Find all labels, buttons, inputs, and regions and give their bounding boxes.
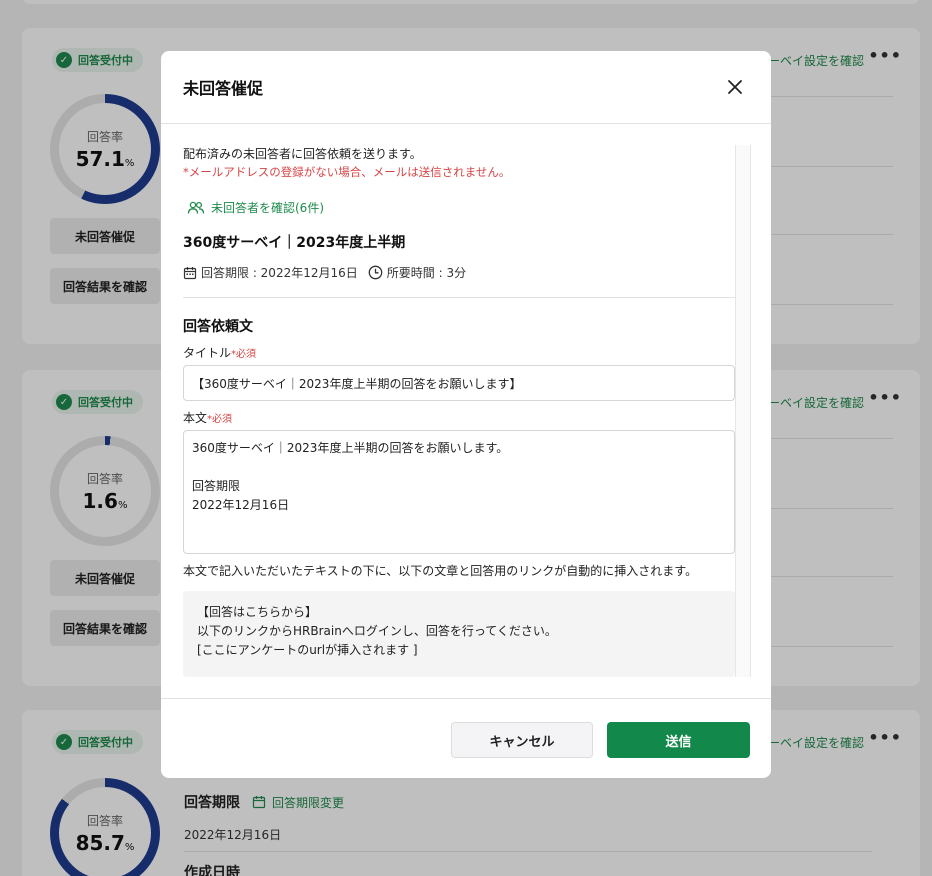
cancel-button[interactable]: キャンセル	[451, 722, 593, 758]
remind-dialog: 未回答催促 配布済みの未回答者に回答依頼を送ります。 *メールアドレスの登録がな…	[161, 51, 771, 778]
auto-insert-note: 本文で記入いただいたテキストの下に、以下の文章と回答用のリンクが自動的に挿入され…	[183, 564, 698, 578]
send-button[interactable]: 送信	[607, 722, 750, 758]
title-input[interactable]: 【360度サーベイ｜2023年度上半期の回答をお願いします】	[183, 365, 735, 401]
section-title: 回答依頼文	[183, 319, 253, 335]
dialog-title: 未回答催促	[183, 79, 264, 98]
calendar-icon	[183, 266, 197, 279]
body-textarea[interactable]: 360度サーベイ｜2023年度上半期の回答をお願いします。 回答期限 2022年…	[183, 430, 735, 554]
required-mark: *必須	[231, 349, 257, 360]
survey-name: 360度サーベイ｜2023年度上半期	[183, 235, 406, 251]
duration-text: 所要時間 : 3分	[386, 266, 467, 280]
survey-meta: 回答期限 : 2022年12月16日 所要時間 : 3分	[183, 264, 735, 281]
dialog-footer: キャンセル 送信	[161, 698, 771, 778]
auto-insert-preview: 【回答はこちらから】 以下のリンクからHRBrainへログインし、回答を行ってく…	[183, 591, 735, 677]
close-icon[interactable]	[723, 75, 747, 99]
warning-text: *メールアドレスの登録がない場合、メールは送信されません。	[183, 165, 511, 179]
scrollbar[interactable]	[735, 145, 751, 677]
dialog-header: 未回答催促	[161, 51, 771, 124]
intro-text: 配布済みの未回答者に回答依頼を送ります。	[183, 147, 422, 161]
deadline-text: 回答期限 : 2022年12月16日	[201, 266, 358, 280]
clock-icon	[368, 265, 383, 280]
users-icon	[187, 201, 205, 214]
confirm-unanswered-link[interactable]: 未回答者を確認(6件)	[187, 199, 735, 216]
required-mark: *必須	[207, 414, 233, 425]
divider	[183, 297, 735, 298]
dialog-body: 配布済みの未回答者に回答依頼を送ります。 *メールアドレスの登録がない場合、メー…	[161, 125, 771, 697]
title-field-label: タイトル*必須	[183, 346, 257, 360]
body-field-label: 本文*必須	[183, 411, 233, 425]
